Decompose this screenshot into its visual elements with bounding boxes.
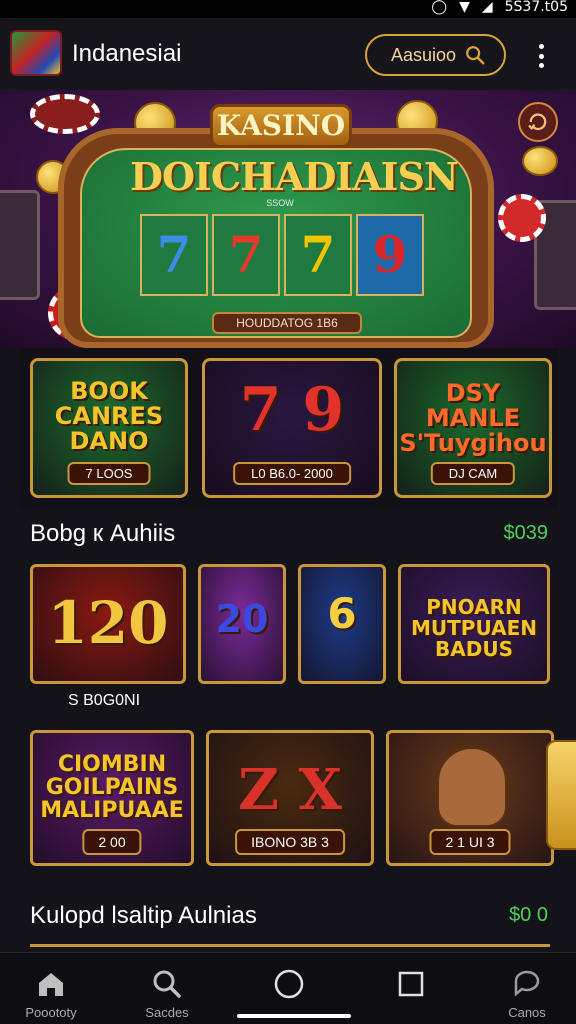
- app-logo[interactable]: [10, 30, 62, 76]
- game-tile-title: 20: [215, 597, 269, 641]
- row-caption: S B0G0NI: [68, 692, 141, 709]
- chip-icon: [30, 94, 100, 134]
- status-bar: ◯ ▼ ◢ 5S37.t05: [0, 0, 576, 18]
- game-tile[interactable]: 120: [30, 564, 186, 684]
- more-menu-icon[interactable]: [532, 42, 550, 70]
- game-tile-title: CIOMBIN GOILPAINS MALIPUAAE: [40, 752, 184, 824]
- hero-headline: DOICHADIAISN: [130, 154, 459, 199]
- nav-label: Pooototy: [25, 1005, 77, 1020]
- search-icon: [153, 970, 181, 998]
- nav-item-search[interactable]: Sacdes: [122, 967, 212, 1020]
- featured-card-caption: L0 B6.0- 2000: [233, 462, 351, 485]
- hero-reel: 7: [140, 214, 208, 296]
- mascot-icon: [437, 747, 507, 827]
- section-title: Kulopd lsaltip Aulnias: [30, 902, 257, 929]
- next-arrow-button[interactable]: [546, 740, 576, 850]
- hero-subline: SSOW: [266, 198, 294, 208]
- refresh-icon[interactable]: [518, 102, 558, 142]
- home-icon: [39, 973, 63, 996]
- nav-label: Canos: [508, 1005, 546, 1020]
- wifi-icon: ▼: [459, 0, 470, 15]
- slot-machine-left: [0, 190, 40, 300]
- featured-card[interactable]: BOOK CANRES DANO 7 LOOS: [30, 358, 188, 498]
- signal-icon: ◢: [481, 0, 493, 15]
- section-title: Bobg к Auhiis: [30, 520, 176, 547]
- chip-icon: [498, 194, 546, 242]
- game-tile-caption: 2 00: [82, 829, 142, 855]
- game-tile-title: 120: [47, 589, 169, 657]
- square-icon: [398, 971, 424, 997]
- section-amount: $0 0: [509, 904, 548, 926]
- featured-card-caption: DJ CAM: [430, 462, 516, 485]
- game-tile-caption: 2 1 UI 3: [429, 829, 511, 855]
- game-tile-title: 6: [327, 589, 357, 638]
- game-tile[interactable]: 2 1 UI 3: [386, 730, 554, 866]
- search-label: Aasuioo: [391, 44, 457, 65]
- brand-badge: KASINO: [210, 104, 352, 148]
- featured-card-title: DSY MANLE S'Tuygihou: [399, 379, 547, 458]
- featured-card-title: 7 9: [239, 375, 345, 445]
- game-tile-title: PNOARN MUTPUAEN BADUS: [411, 595, 537, 661]
- featured-card-title: BOOK CANRES DANO: [54, 377, 164, 456]
- featured-row: BOOK CANRES DANO 7 LOOS 7 9 L0 B6.0- 200…: [20, 348, 558, 508]
- hero-banner[interactable]: KASINO DOICHADIAISN SSOW 7 7 7 9 HOUDDAT…: [0, 90, 576, 348]
- nav-label: Sacdes: [145, 1005, 189, 1020]
- game-tile[interactable]: Z X IBONO 3B 3: [206, 730, 374, 866]
- app-header: Indanesiai Aasuioo: [0, 18, 576, 90]
- featured-card[interactable]: DSY MANLE S'Tuygihou DJ CAM: [394, 358, 552, 498]
- game-tile[interactable]: PNOARN MUTPUAEN BADUS: [398, 564, 550, 684]
- nav-item-home[interactable]: Pooototy: [6, 967, 96, 1020]
- featured-card-caption: 7 LOOS: [67, 462, 151, 485]
- hero-plaque: HOUDDATOG 1B6: [212, 312, 362, 334]
- app-title: Indanesiai: [72, 40, 182, 67]
- game-tile-title: Z X: [238, 757, 342, 823]
- status-time: 5S37.t05: [504, 0, 568, 15]
- hero-reel: 9: [356, 214, 424, 296]
- status-icons: ◯ ▼ ◢ 5S37.t05: [431, 0, 568, 14]
- game-tile-caption: IBONO 3B 3: [235, 829, 345, 855]
- nav-item-circle[interactable]: [244, 967, 334, 1005]
- hero-reel: 7: [212, 214, 280, 296]
- nav-item-square[interactable]: [366, 967, 456, 1005]
- coin-icon: [522, 146, 558, 176]
- home-indicator[interactable]: [237, 1014, 351, 1018]
- chat-icon: [514, 970, 540, 997]
- vibrate-icon: ◯: [431, 0, 448, 15]
- circle-icon: [274, 969, 304, 999]
- hero-reel: 7: [284, 214, 352, 296]
- nav-item-chat[interactable]: Canos: [482, 967, 572, 1020]
- section-amount: $039: [503, 522, 549, 544]
- search-button[interactable]: Aasuioo: [365, 34, 506, 76]
- game-tile[interactable]: 20: [198, 564, 286, 684]
- featured-card[interactable]: 7 9 L0 B6.0- 2000: [202, 358, 382, 498]
- game-tile-partial[interactable]: [30, 944, 550, 952]
- game-tile[interactable]: 6: [298, 564, 386, 684]
- search-icon: [466, 46, 485, 65]
- game-tile[interactable]: CIOMBIN GOILPAINS MALIPUAAE 2 00: [30, 730, 194, 866]
